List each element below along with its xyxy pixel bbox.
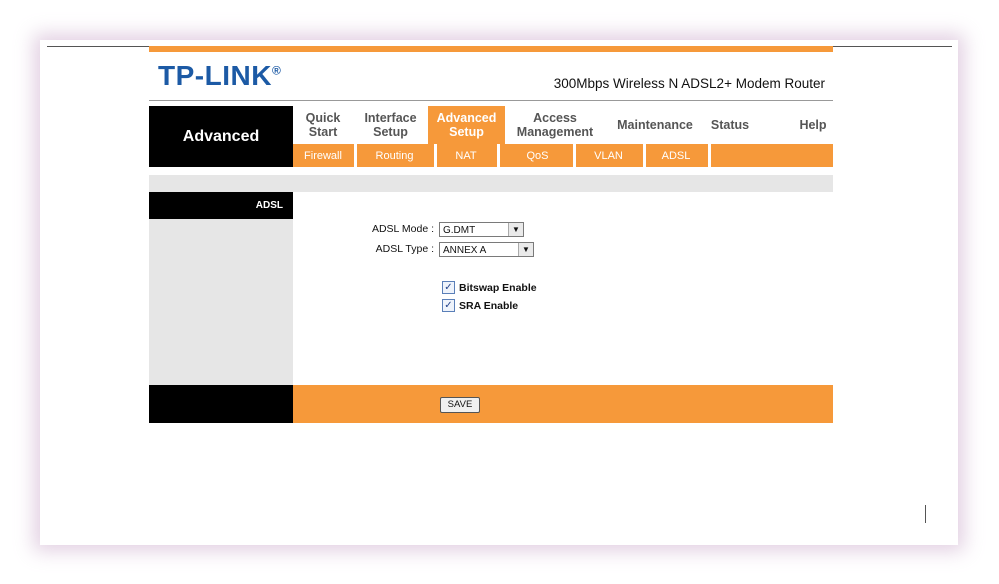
nav-access-management[interactable]: Access Management bbox=[505, 106, 605, 144]
tp-link-logo: TP-LINK® bbox=[158, 60, 282, 91]
sidebar-panel bbox=[149, 219, 293, 385]
text-cursor bbox=[925, 505, 926, 523]
adsl-type-value: ANNEX A bbox=[443, 245, 487, 256]
sub-nav: Firewall Routing NAT QoS VLAN ADSL bbox=[293, 144, 833, 167]
dropdown-arrow-icon: ▼ bbox=[518, 243, 533, 256]
sra-label: SRA Enable bbox=[459, 300, 519, 312]
subnav-routing[interactable]: Routing bbox=[357, 144, 432, 167]
footer-orange-panel bbox=[293, 385, 833, 423]
sra-checkbox[interactable]: ✓ bbox=[442, 299, 455, 312]
nav-status[interactable]: Status bbox=[705, 106, 755, 144]
nav-help[interactable]: Help bbox=[783, 106, 843, 144]
content-header-bar bbox=[149, 175, 833, 192]
nav-interface-setup[interactable]: Interface Setup bbox=[353, 106, 428, 144]
adsl-type-label: ADSL Type : bbox=[375, 243, 434, 255]
section-title: Advanced bbox=[149, 106, 293, 167]
main-nav: Quick Start Interface Setup Advanced Setup … bbox=[293, 106, 833, 144]
subnav-nat[interactable]: NAT bbox=[437, 144, 495, 167]
subnav-vlan[interactable]: VLAN bbox=[576, 144, 641, 167]
bitswap-label: Bitswap Enable bbox=[459, 282, 537, 294]
subnav-firewall[interactable]: Firewall bbox=[293, 144, 353, 167]
subnav-adsl[interactable]: ADSL bbox=[646, 144, 706, 167]
save-button[interactable]: SAVE bbox=[440, 397, 480, 413]
dropdown-arrow-icon: ▼ bbox=[508, 223, 523, 236]
nav-maintenance[interactable]: Maintenance bbox=[605, 106, 705, 144]
sidebar-heading: ADSL bbox=[149, 192, 293, 219]
adsl-type-select[interactable]: ANNEX A ▼ bbox=[439, 242, 534, 257]
subnav-separator bbox=[708, 144, 711, 167]
adsl-mode-value: G.DMT bbox=[443, 225, 476, 236]
nav-quick-start[interactable]: Quick Start bbox=[293, 106, 353, 144]
subnav-qos[interactable]: QoS bbox=[500, 144, 575, 167]
adsl-mode-select[interactable]: G.DMT ▼ bbox=[439, 222, 524, 237]
bitswap-checkbox[interactable]: ✓ bbox=[442, 281, 455, 294]
nav-advanced-setup[interactable]: Advanced Setup bbox=[428, 106, 505, 144]
adsl-mode-label: ADSL Mode : bbox=[371, 223, 434, 235]
footer-black-panel bbox=[149, 385, 293, 423]
header-divider bbox=[149, 100, 833, 101]
product-title: 300Mbps Wireless N ADSL2+ Modem Router bbox=[553, 76, 825, 91]
top-accent-bar bbox=[149, 46, 833, 52]
